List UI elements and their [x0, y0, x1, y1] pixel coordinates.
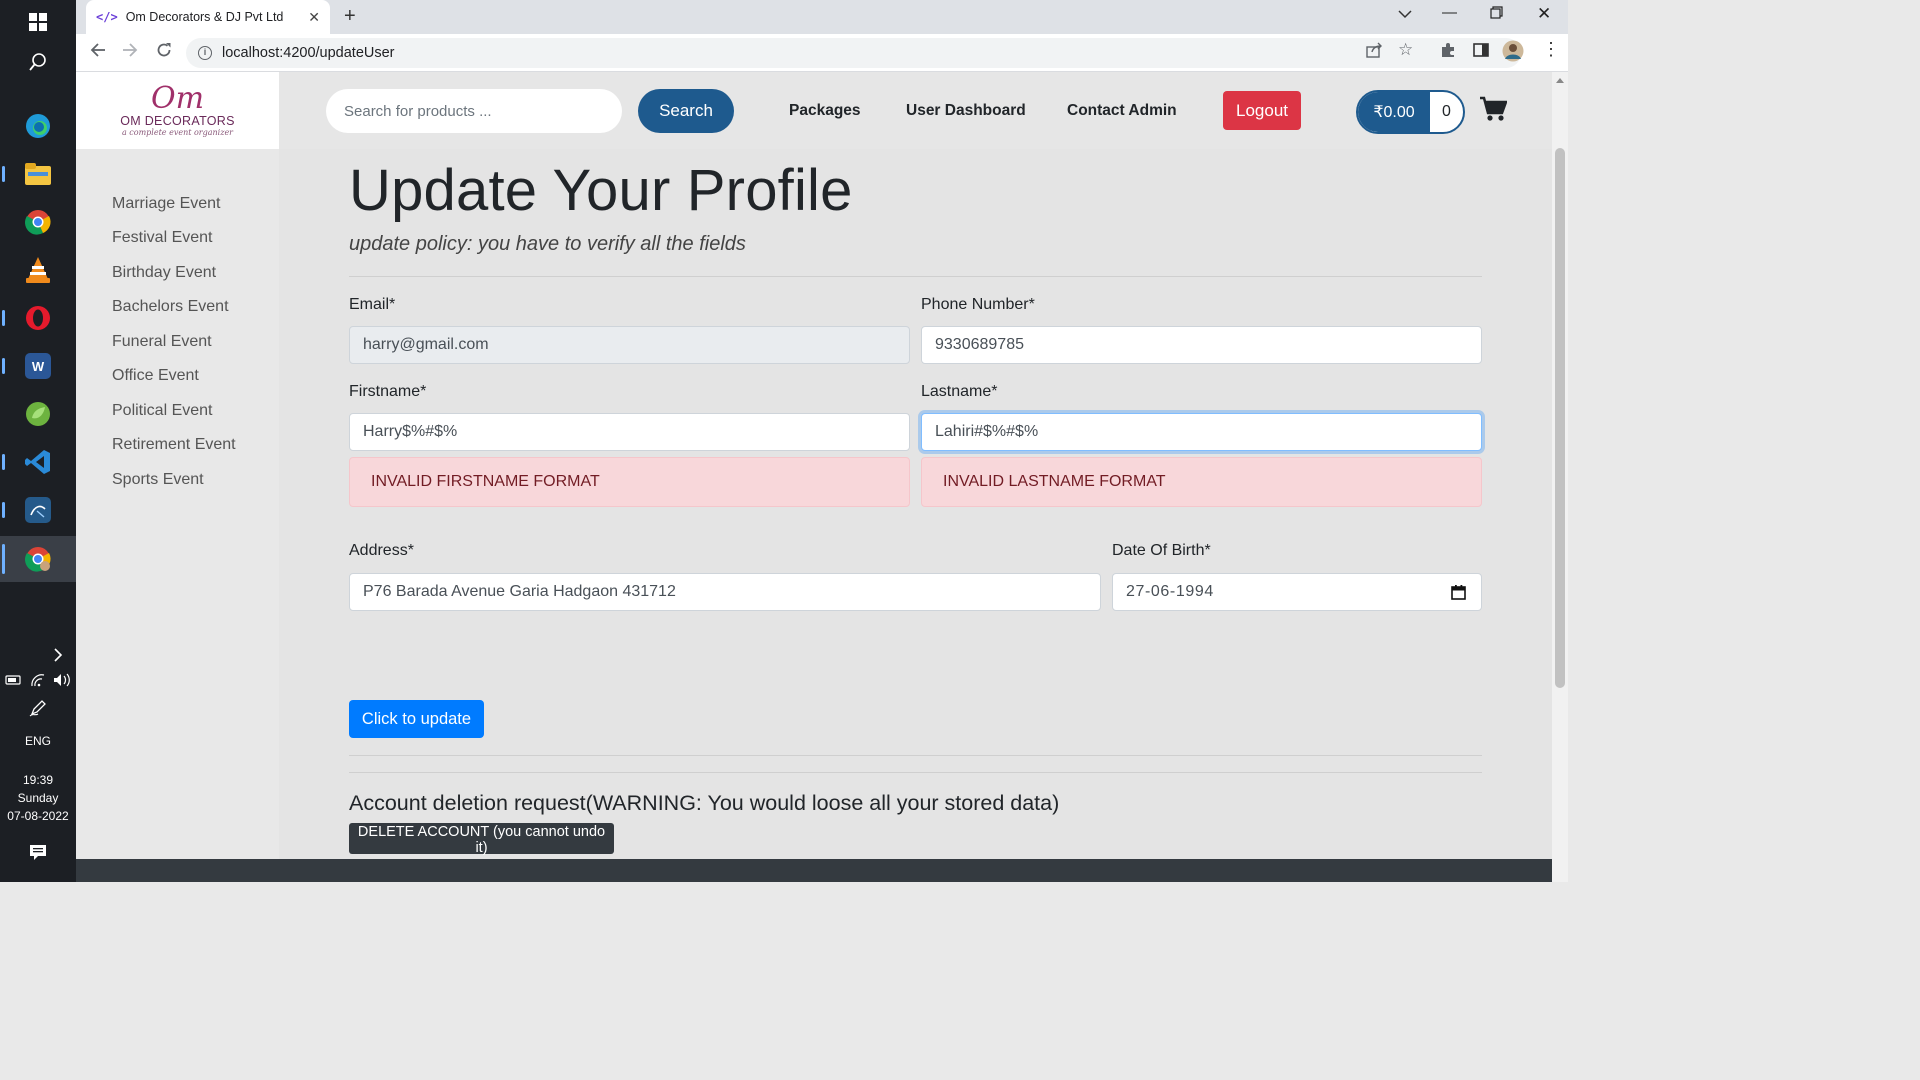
logout-button[interactable]: Logout [1223, 91, 1301, 130]
profile-avatar[interactable] [1502, 40, 1524, 67]
product-search-input[interactable] [326, 89, 622, 133]
tab-title: Om Decorators & DJ Pvt Ltd [125, 10, 284, 24]
lastname-error-alert: INVALID LASTNAME FORMAT [921, 457, 1482, 507]
delete-account-button[interactable]: DELETE ACCOUNT (you cannot undo it) [349, 823, 614, 856]
calendar-icon[interactable] [1451, 584, 1466, 605]
chrome-active-icon[interactable] [0, 536, 76, 582]
url-text: localhost:4200/updateUser [222, 45, 395, 61]
file-explorer-icon[interactable] [0, 152, 76, 196]
address-bar[interactable]: i localhost:4200/updateUser [186, 38, 1521, 68]
vlc-icon[interactable] [0, 248, 76, 292]
firstname-field[interactable] [349, 413, 910, 451]
new-tab-icon[interactable]: + [344, 5, 356, 28]
lastname-label: Lastname* [921, 383, 998, 400]
close-window-icon[interactable]: ✕ [1537, 4, 1551, 24]
pen-icon[interactable] [0, 688, 76, 728]
forward-icon[interactable] [122, 42, 138, 63]
notifications-icon[interactable] [0, 832, 76, 872]
sidebar-item-marriage-event[interactable]: Marriage Event [112, 195, 221, 213]
edge-icon[interactable] [0, 104, 76, 148]
chrome-icon[interactable] [0, 200, 76, 244]
mysql-workbench-icon[interactable] [0, 488, 76, 532]
sidebar-item-bachelors-event[interactable]: Bachelors Event [112, 298, 229, 316]
minimize-icon[interactable]: — [1442, 4, 1457, 21]
opera-icon[interactable] [0, 296, 76, 340]
cart-total: ₹0.00 [1358, 92, 1430, 132]
cart-count-badge: 0 [1442, 103, 1451, 120]
site-info-icon[interactable]: i [198, 46, 212, 60]
logo-mark: Om [150, 81, 205, 116]
sidebar-item-political-event[interactable]: Political Event [112, 402, 213, 420]
delete-account-heading: Account deletion request(WARNING: You wo… [349, 791, 1060, 815]
sidebar-item-festival-event[interactable]: Festival Event [112, 229, 212, 247]
browser-menu-icon[interactable]: ⋮ [1542, 39, 1560, 60]
address-label: Address* [349, 542, 414, 559]
site-navbar: Om OM DECORATORS a complete event organi… [76, 72, 1552, 149]
event-sidebar: Marriage Event Festival Event Birthday E… [76, 149, 279, 882]
extensions-icon[interactable] [1440, 42, 1456, 63]
close-tab-icon[interactable]: ✕ [308, 9, 320, 26]
logo-name: OM DECORATORS [120, 114, 235, 128]
windows-start-icon[interactable] [0, 0, 76, 44]
scroll-up-arrow-icon[interactable] [1556, 78, 1564, 83]
phone-label: Phone Number* [921, 296, 1035, 313]
site-logo[interactable]: Om OM DECORATORS a complete event organi… [76, 72, 279, 149]
reload-icon[interactable] [156, 42, 172, 63]
restore-icon[interactable] [1490, 6, 1503, 23]
side-panel-icon[interactable] [1473, 42, 1489, 63]
input-language[interactable]: ENG [0, 732, 76, 750]
divider [349, 276, 1482, 277]
update-profile-button[interactable]: Click to update [349, 700, 484, 738]
clock-day: Sunday [17, 791, 59, 805]
update-profile-form: Update Your Profile update policy: you h… [279, 149, 1552, 859]
share-icon[interactable] [1366, 42, 1382, 63]
address-field[interactable] [349, 573, 1101, 611]
firstname-error-alert: INVALID FIRSTNAME FORMAT [349, 457, 910, 507]
windows-taskbar: W ENG 19:39 Sunday 07-08-2022 [0, 0, 76, 882]
lastname-field[interactable] [921, 413, 1482, 451]
nav-link-packages[interactable]: Packages [789, 102, 861, 120]
cart-summary[interactable]: ₹0.00 0 [1356, 90, 1465, 134]
scrollbar-thumb[interactable] [1555, 148, 1565, 688]
browser-tab[interactable]: </> Om Decorators & DJ Pvt Ltd ✕ [86, 0, 330, 34]
dob-field[interactable] [1112, 573, 1482, 611]
back-icon[interactable] [90, 42, 106, 63]
code-favicon-icon: </> [96, 10, 118, 24]
logo-tagline: a complete event organizer [121, 128, 233, 137]
page-scrollbar[interactable] [1552, 72, 1568, 882]
browser-toolbar: i localhost:4200/updateUser ☆ ⋮ [76, 34, 1568, 72]
word-icon[interactable]: W [0, 344, 76, 388]
bookmark-star-icon[interactable]: ☆ [1398, 40, 1413, 60]
sidebar-item-funeral-event[interactable]: Funeral Event [112, 333, 212, 351]
clock-time[interactable]: 19:39 [0, 771, 76, 789]
email-label: Email* [349, 296, 396, 313]
sidebar-item-office-event[interactable]: Office Event [112, 367, 199, 385]
firstname-label: Firstname* [349, 383, 427, 400]
sidebar-item-birthday-event[interactable]: Birthday Event [112, 264, 216, 282]
phone-field[interactable] [921, 326, 1482, 364]
email-field[interactable] [349, 326, 910, 364]
sidebar-item-retirement-event[interactable]: Retirement Event [112, 436, 236, 454]
clock-date: 07-08-2022 [7, 809, 69, 823]
vscode-icon[interactable] [0, 440, 76, 484]
shopping-cart-icon[interactable] [1479, 96, 1508, 127]
web-page: Om OM DECORATORS a complete event organi… [76, 72, 1552, 882]
divider [349, 772, 1482, 773]
page-title: Update Your Profile [349, 158, 853, 223]
browser-tab-strip: </> Om Decorators & DJ Pvt Ltd ✕ + — ✕ [76, 0, 1568, 34]
search-button[interactable]: Search [638, 89, 734, 133]
search-icon[interactable] [0, 40, 76, 84]
site-footer [76, 859, 1552, 882]
spring-tool-icon[interactable] [0, 392, 76, 436]
dob-label: Date Of Birth* [1112, 542, 1211, 559]
nav-link-contact-admin[interactable]: Contact Admin [1067, 102, 1177, 120]
sidebar-item-sports-event[interactable]: Sports Event [112, 471, 204, 489]
tab-search-chevron-icon[interactable] [1398, 6, 1412, 23]
nav-link-user-dashboard[interactable]: User Dashboard [906, 102, 1026, 120]
divider [349, 755, 1482, 756]
page-subtitle: update policy: you have to verify all th… [349, 233, 746, 255]
